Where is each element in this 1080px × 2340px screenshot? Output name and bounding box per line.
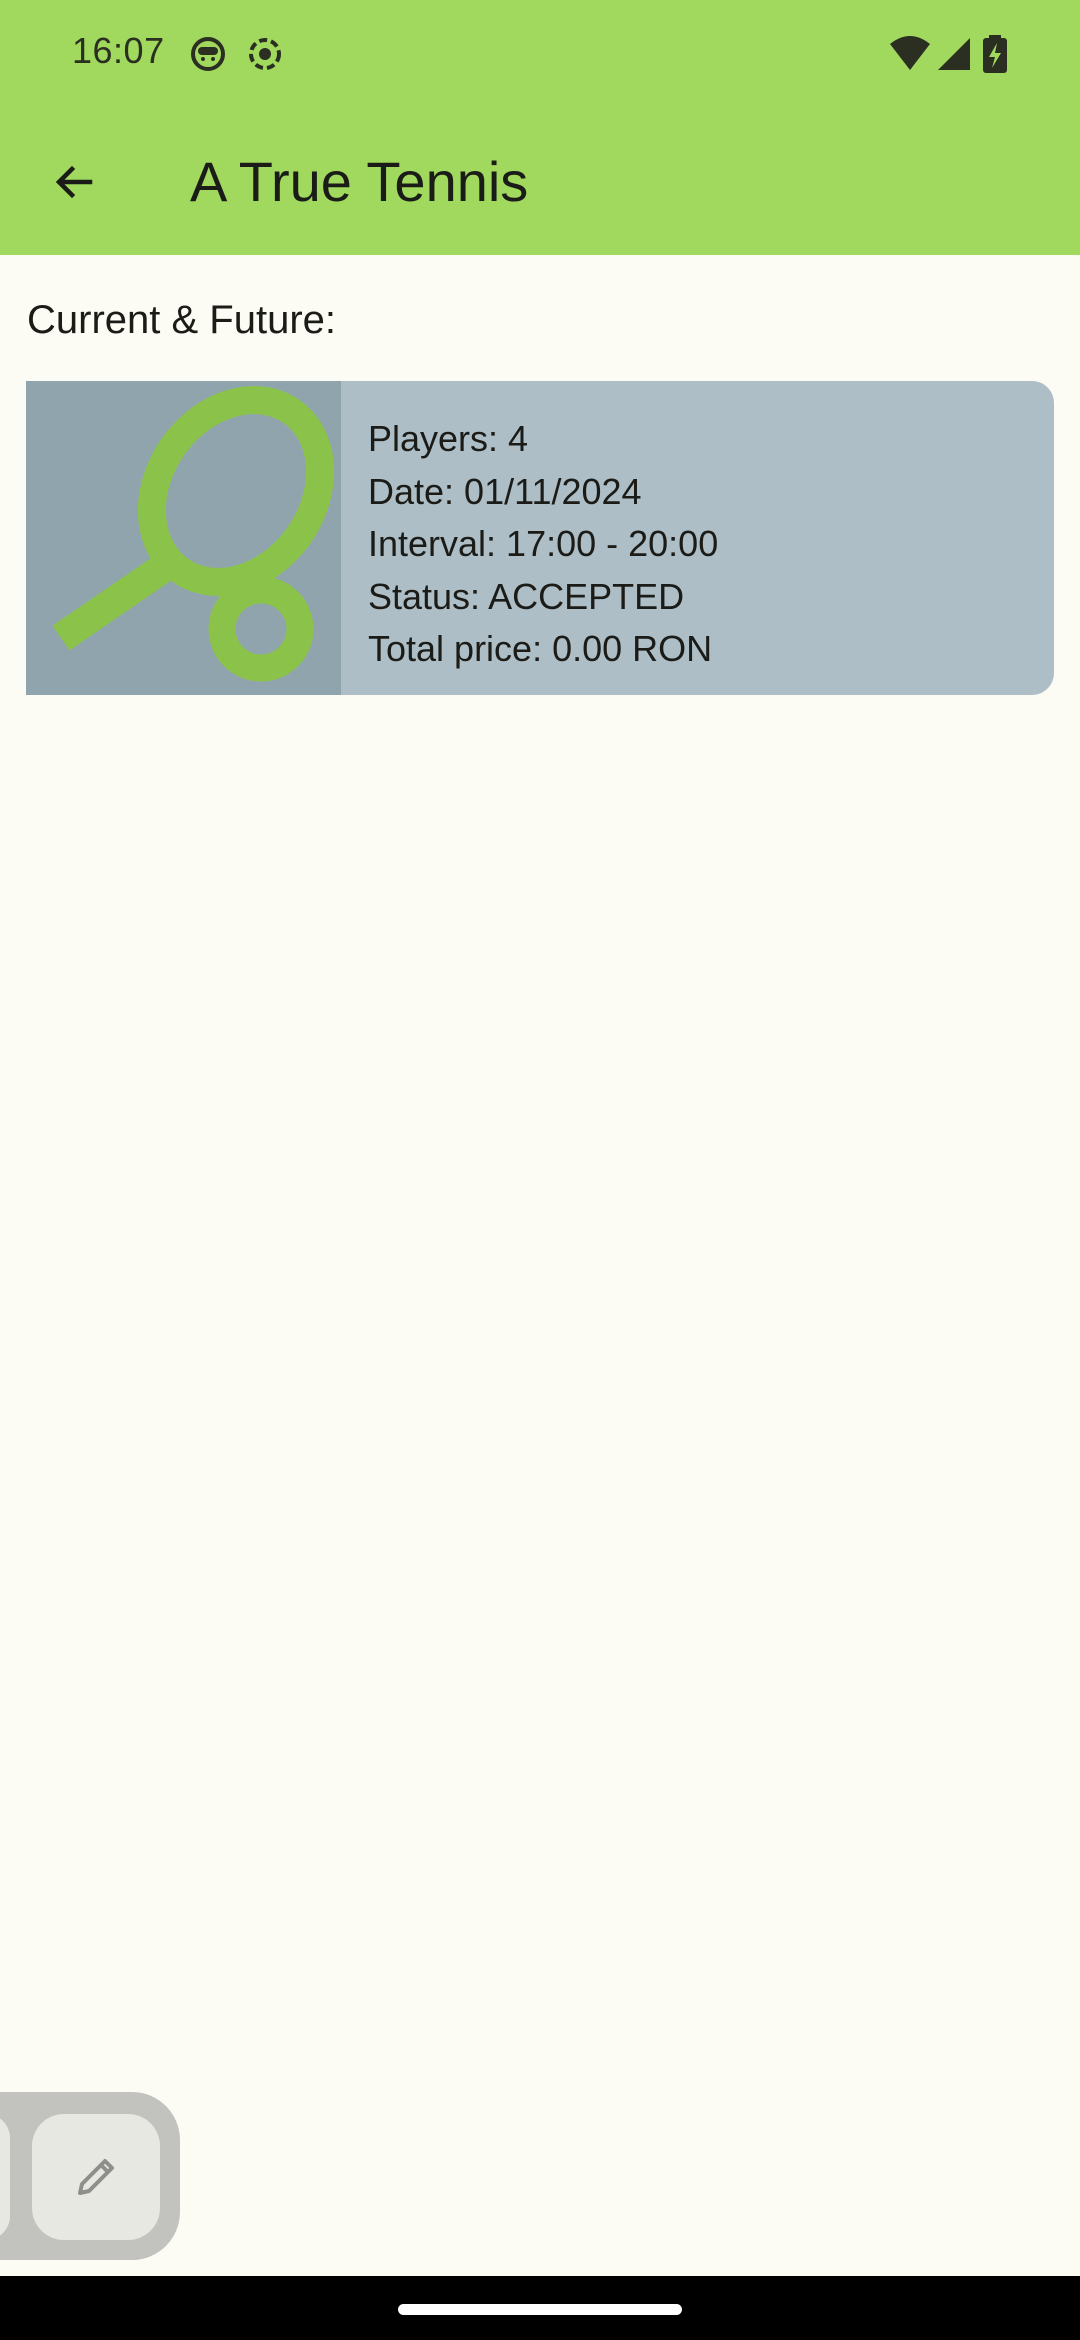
arrow-back-icon: [55, 165, 93, 199]
booking-players: Players: 4: [368, 418, 529, 459]
edit-pencil-icon: [78, 2159, 114, 2195]
tennis-racket-ball-icon: [52, 386, 335, 682]
header: 16:07 A True Tennis: [0, 0, 1080, 255]
booking-date: Date: 01/11/2024: [368, 470, 642, 512]
navigation-bar: [0, 2276, 1080, 2340]
battery-charging-icon: [980, 34, 1010, 74]
status-bar: 16:07: [0, 0, 1080, 110]
booking-card[interactable]: Players: 4 Date: 01/11/2024 Interval: 17…: [26, 381, 1054, 695]
back-button[interactable]: [38, 146, 110, 218]
booking-interval: Interval: 17:00 - 20:00: [368, 523, 719, 564]
booking-total-price: Total price: 0.00 RON: [368, 628, 713, 669]
fab-group: [0, 2092, 180, 2260]
face-notification-icon: [188, 34, 228, 74]
app-title: A True Tennis: [190, 150, 529, 213]
wifi-icon: [888, 34, 932, 74]
fab-secondary[interactable]: [0, 2114, 10, 2240]
home-gesture-handle[interactable]: [398, 2304, 682, 2315]
record-notification-icon: [245, 34, 285, 74]
status-time: 16:07: [72, 30, 165, 71]
booking-details: Players: 4 Date: 01/11/2024 Interval: 17…: [368, 413, 718, 676]
app-bar: A True Tennis: [0, 110, 1080, 255]
booking-image: [26, 381, 341, 695]
section-title: Current & Future:: [27, 298, 337, 342]
edit-button[interactable]: [32, 2114, 160, 2240]
booking-status: Status: ACCEPTED: [368, 575, 685, 617]
cell-signal-icon: [934, 34, 974, 74]
